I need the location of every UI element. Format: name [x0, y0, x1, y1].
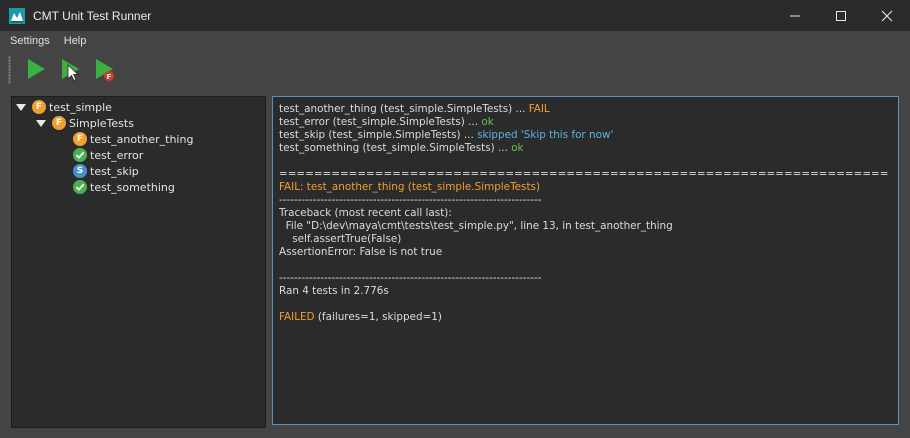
app-icon	[9, 7, 25, 24]
checkmark-icon	[75, 183, 85, 191]
minimize-button[interactable]	[772, 0, 818, 31]
result-line: test_another_thing (test_simple.SimpleTe…	[279, 103, 550, 115]
close-icon	[881, 10, 893, 21]
separator-single: ----------------------------------------…	[279, 194, 542, 206]
tree-item-label: test_another_thing	[90, 132, 194, 146]
skip-status-icon: S	[73, 164, 87, 178]
menu-help[interactable]: Help	[58, 35, 95, 47]
traceback-line: self.assertTrue(False)	[279, 233, 402, 245]
expand-arrow-icon[interactable]	[16, 103, 26, 111]
traceback-line: AssertionError: False is not true	[279, 246, 443, 258]
expand-arrow-icon[interactable]	[36, 119, 46, 127]
tree-item-label: test_something	[90, 180, 175, 194]
run-all-button[interactable]	[24, 57, 48, 81]
result-line: test_error (test_simple.SimpleTests) ...…	[279, 116, 494, 128]
toolbar-grip[interactable]	[8, 56, 11, 84]
checkmark-icon	[75, 151, 85, 159]
minimize-icon	[790, 15, 800, 16]
check-status-icon	[73, 148, 87, 162]
svg-text:F: F	[107, 73, 112, 81]
title-bar: CMT Unit Test Runner	[0, 0, 910, 31]
tree-item-test-skip[interactable]: S test_skip	[73, 163, 139, 179]
result-line: test_something (test_simple.SimpleTests)…	[279, 142, 524, 154]
traceback-line: Traceback (most recent call last):	[279, 207, 452, 219]
tree-item-label: test_simple	[49, 100, 112, 114]
test-tree[interactable]: F test_simple F SimpleTests F test_anoth…	[11, 96, 266, 428]
menu-bar: Settings Help	[0, 31, 910, 51]
window-controls	[772, 0, 910, 31]
close-button[interactable]	[864, 0, 910, 31]
maximize-icon	[836, 10, 846, 21]
run-summary: Ran 4 tests in 2.776s	[279, 285, 389, 297]
tree-item-test-error[interactable]: test_error	[73, 147, 143, 163]
fail-status-icon: F	[32, 100, 46, 114]
fail-status-icon: F	[52, 116, 66, 130]
menu-settings[interactable]: Settings	[0, 35, 58, 47]
tree-item-test-another-thing[interactable]: F test_another_thing	[73, 131, 193, 147]
run-selected-button[interactable]	[58, 57, 82, 81]
tree-item-test-simple[interactable]: F test_simple	[16, 99, 112, 115]
tree-item-label: test_error	[90, 148, 144, 162]
toolbar: F	[0, 52, 910, 88]
result-line: test_skip (test_simple.SimpleTests) ... …	[279, 129, 614, 141]
maximize-button[interactable]	[818, 0, 864, 31]
output-console[interactable]: test_another_thing (test_simple.SimpleTe…	[272, 96, 899, 425]
fail-header: FAIL: test_another_thing (test_simple.Si…	[279, 181, 541, 193]
run-failed-button[interactable]: F	[92, 57, 116, 81]
window-title: CMT Unit Test Runner	[33, 8, 152, 23]
tree-item-test-something[interactable]: test_something	[73, 179, 175, 195]
tree-item-label: test_skip	[90, 164, 139, 178]
fail-status-icon: F	[73, 132, 87, 146]
tree-item-simpletests[interactable]: F SimpleTests	[36, 115, 134, 131]
separator-single: ----------------------------------------…	[279, 272, 542, 284]
check-status-icon	[73, 180, 87, 194]
final-status: FAILED (failures=1, skipped=1)	[279, 311, 442, 323]
separator-double: ========================================…	[279, 168, 889, 180]
traceback-line: File "D:\dev\maya\cmt\tests\test_simple.…	[279, 220, 673, 232]
tree-item-label: SimpleTests	[69, 116, 134, 130]
